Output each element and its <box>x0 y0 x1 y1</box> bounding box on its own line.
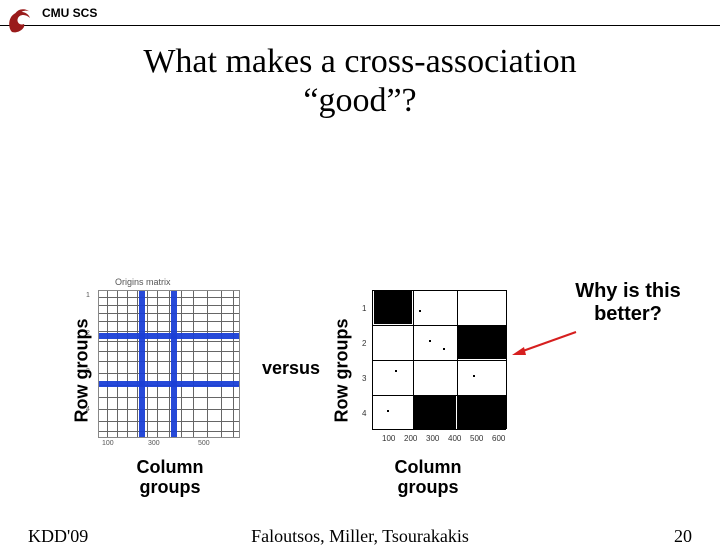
left-matrix-grid <box>98 290 240 438</box>
left-column-groups-label: Column groups <box>120 458 220 498</box>
header-org-text: CMU SCS <box>42 6 97 20</box>
right-matrix-figure: 1 2 3 4 100 200 300 400 500 600 <box>356 290 506 450</box>
why-better-callout: Why is this better? <box>548 280 708 326</box>
left-figure-title: Origins matrix <box>115 277 171 287</box>
footer-page-number: 20 <box>674 526 692 547</box>
slide-content: Origins matrix 1 2 3 4 100 <box>0 120 720 460</box>
right-matrix-axes <box>372 290 506 430</box>
title-line-1: What makes a cross-association <box>143 43 576 80</box>
versus-label: versus <box>262 358 320 379</box>
arrow-icon <box>510 328 580 358</box>
right-column-groups-label: Column groups <box>378 458 478 498</box>
right-row-groups-label: Row groups <box>332 319 353 423</box>
slide-title: What makes a cross-association “good”? <box>0 42 720 120</box>
title-line-2: “good”? <box>303 82 416 119</box>
footer-authors: Faloutsos, Miller, Tsourakakis <box>0 526 720 547</box>
cmu-scs-logo <box>6 4 36 38</box>
left-row-groups-label: Row groups <box>72 319 93 423</box>
left-matrix-figure: 1 2 3 4 100 300 500 <box>98 290 240 450</box>
slide-header: CMU SCS <box>0 0 720 26</box>
